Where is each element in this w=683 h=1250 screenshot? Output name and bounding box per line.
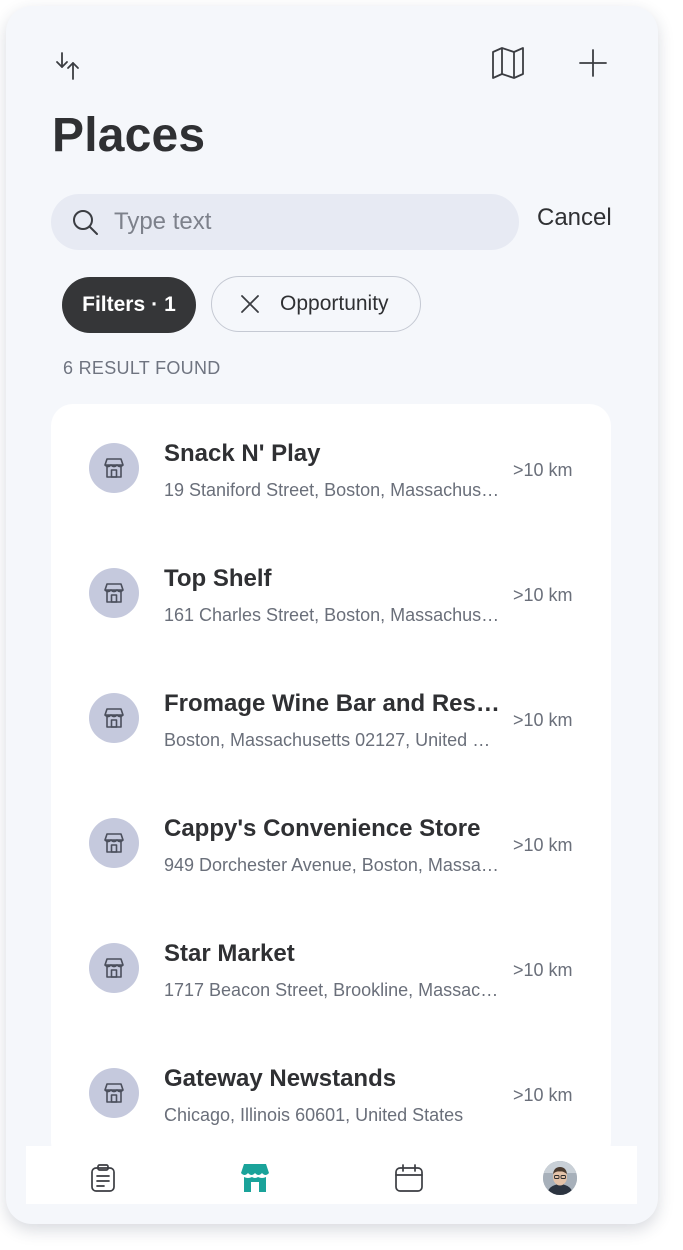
- page-title: Places: [52, 109, 206, 162]
- notes-icon: [91, 1164, 115, 1192]
- close-icon[interactable]: [236, 290, 264, 318]
- place-name: Star Market: [164, 940, 295, 967]
- add-place-button[interactable]: [571, 41, 615, 85]
- filters-separator: ·: [151, 293, 159, 316]
- map-button[interactable]: [486, 41, 530, 85]
- place-address: 949 Dorchester Avenue, Boston, Massachus…: [164, 855, 500, 875]
- place-address: 19 Staniford Street, Boston, Massachuset…: [164, 480, 500, 500]
- sort-arrows-icon: [56, 52, 79, 80]
- place-distance: >10 km: [513, 460, 573, 480]
- sort-button[interactable]: [48, 44, 92, 88]
- store-avatar: [89, 943, 139, 993]
- store-avatar: [89, 1068, 139, 1118]
- calendar-icon: [395, 1164, 423, 1192]
- list-item[interactable]: Star Market 1717 Beacon Street, Brooklin…: [51, 904, 611, 1029]
- opportunity-filter-chip[interactable]: Opportunity: [211, 276, 421, 332]
- nav-item-profile[interactable]: [540, 1158, 580, 1198]
- plus-icon: [579, 49, 607, 77]
- nav-item-notes[interactable]: [83, 1158, 123, 1198]
- place-name: Gateway Newstands: [164, 1065, 397, 1092]
- store-icon: [104, 833, 124, 853]
- filters-button[interactable]: Filters · 1: [62, 277, 196, 333]
- map-icon: [492, 47, 524, 79]
- search-bar[interactable]: [51, 194, 519, 250]
- place-distance: >10 km: [513, 1085, 573, 1105]
- list-item[interactable]: Fromage Wine Bar and Restaurant Boston, …: [51, 654, 611, 779]
- place-name: Snack N' Play: [164, 440, 321, 467]
- store-icon: [104, 1083, 124, 1103]
- list-item[interactable]: Snack N' Play 19 Staniford Street, Bosto…: [51, 404, 611, 529]
- store-icon: [241, 1164, 269, 1192]
- store-icon: [104, 583, 124, 603]
- list-item[interactable]: Top Shelf 161 Charles Street, Boston, Ma…: [51, 529, 611, 654]
- list-item[interactable]: Cappy's Convenience Store 949 Dorchester…: [51, 779, 611, 904]
- app-screen: Places Cancel Filters · 1 Opportunity 6 …: [6, 6, 658, 1224]
- place-distance: >10 km: [513, 710, 573, 730]
- place-name: Fromage Wine Bar and Restaurant: [164, 690, 504, 717]
- search-icon: [70, 207, 100, 237]
- place-distance: >10 km: [513, 585, 573, 605]
- place-address: 1717 Beacon Street, Brookline, Massachus…: [164, 980, 500, 1000]
- place-address: Chicago, Illinois 60601, United States: [164, 1105, 464, 1125]
- place-name: Top Shelf: [164, 565, 272, 592]
- place-distance: >10 km: [513, 960, 573, 980]
- place-name: Cappy's Convenience Store: [164, 815, 481, 842]
- store-icon: [104, 458, 124, 478]
- store-avatar: [89, 568, 139, 618]
- nav-item-calendar[interactable]: [389, 1158, 429, 1198]
- store-icon: [104, 708, 124, 728]
- cancel-button[interactable]: Cancel: [537, 204, 612, 232]
- opportunity-chip-label: Opportunity: [280, 292, 389, 315]
- place-address: 161 Charles Street, Boston, Massachusett…: [164, 605, 500, 625]
- store-avatar: [89, 818, 139, 868]
- store-icon: [104, 958, 124, 978]
- place-address: Boston, Massachusetts 02127, United Stat…: [164, 730, 500, 750]
- result-count: 6 RESULT FOUND: [63, 358, 221, 378]
- filters-count: 1: [164, 293, 176, 316]
- nav-item-places[interactable]: [235, 1158, 275, 1198]
- filters-label: Filters: [82, 293, 146, 316]
- store-avatar: [89, 693, 139, 743]
- store-avatar: [89, 443, 139, 493]
- search-input[interactable]: [112, 207, 496, 237]
- places-list: Snack N' Play 19 Staniford Street, Bosto…: [51, 404, 611, 1164]
- place-distance: >10 km: [513, 835, 573, 855]
- list-item[interactable]: Gateway Newstands Chicago, Illinois 6060…: [51, 1029, 611, 1154]
- bottom-nav: [26, 1146, 637, 1204]
- profile-avatar: [543, 1161, 577, 1195]
